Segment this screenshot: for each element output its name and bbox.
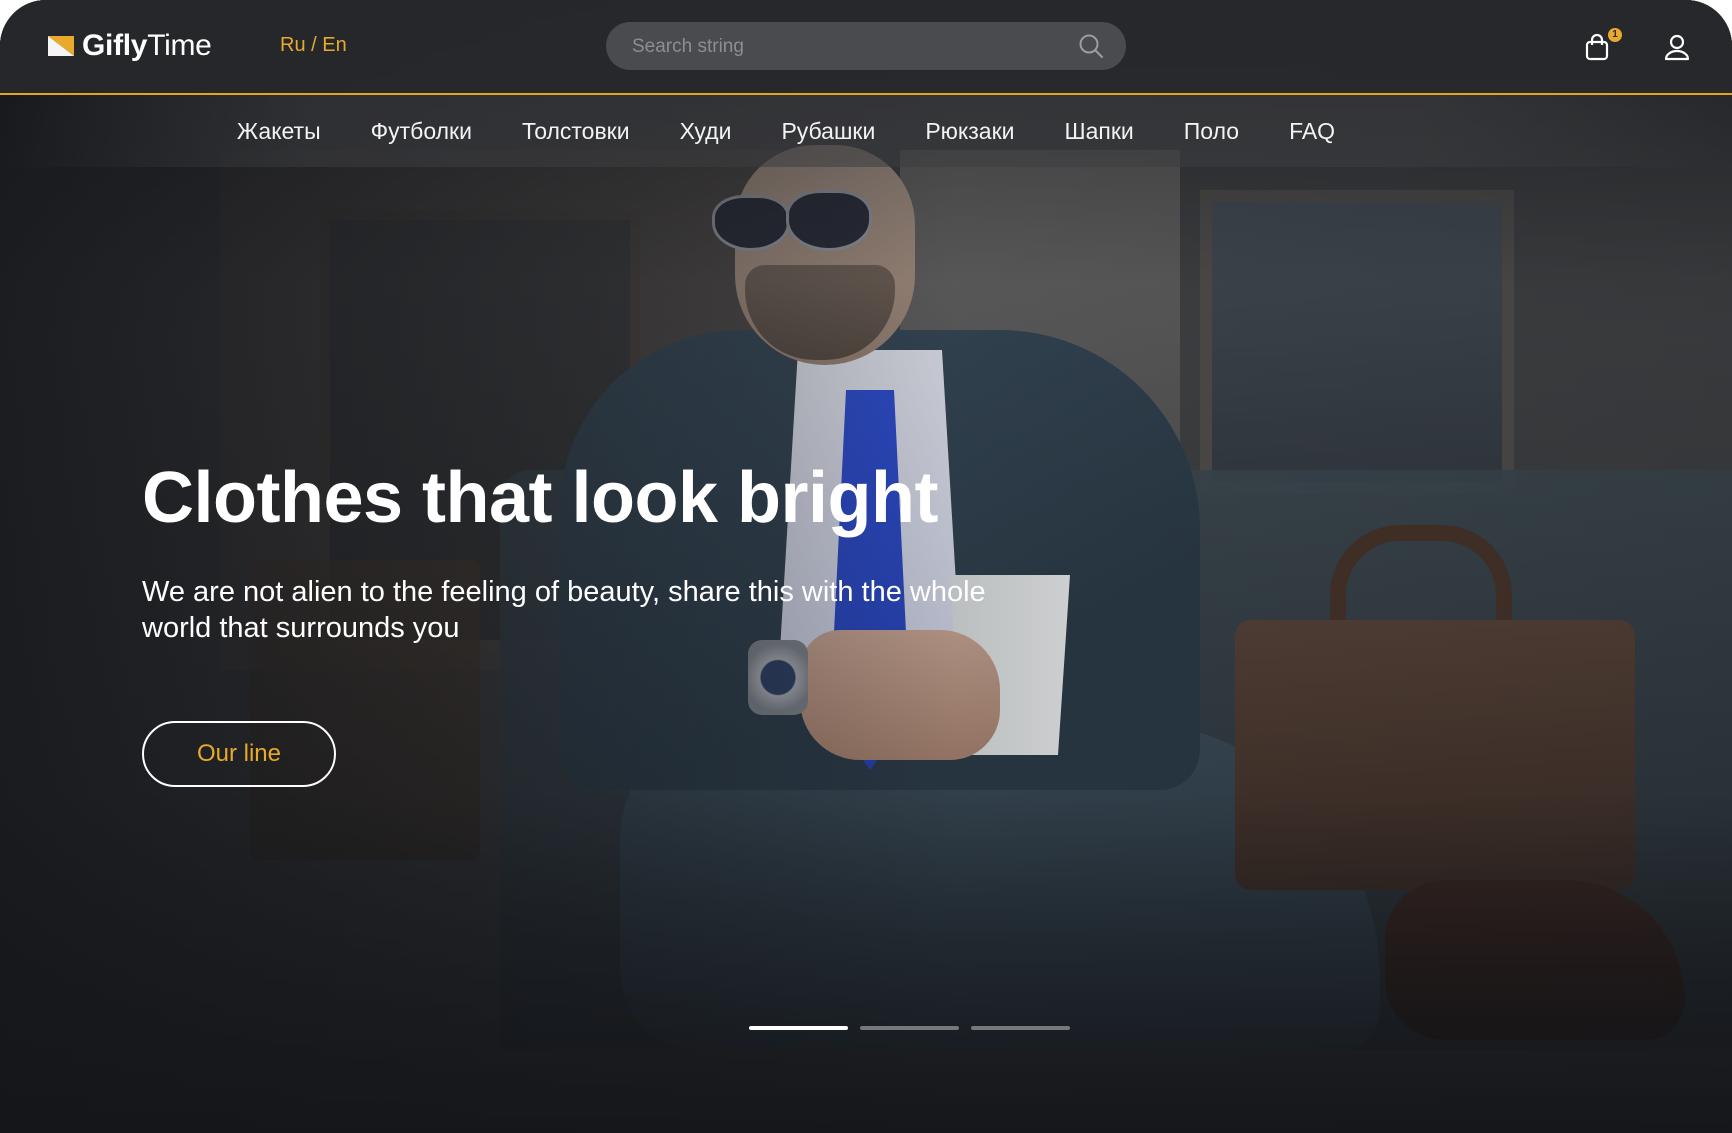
nav-item-shirts[interactable]: Рубашки (781, 118, 875, 144)
site-logo[interactable]: GiflyTime (48, 28, 212, 64)
nav-item-tshirts[interactable]: Футболки (371, 118, 472, 144)
nav-item-sweatshirts[interactable]: Толстовки (522, 118, 630, 144)
hero-subtitle: We are not alien to the feeling of beaut… (142, 574, 1162, 646)
hero-subtitle-line2: world that surrounds you (142, 612, 460, 644)
nav-item-polo[interactable]: Поло (1184, 118, 1239, 144)
cart-count-badge: 1 (1608, 28, 1622, 42)
site-header: GiflyTime Ru / En 1 (0, 0, 1732, 95)
hero-subtitle-line1: We are not alien to the feeling of beaut… (142, 576, 986, 608)
category-nav: Жакеты Футболки Толстовки Худи Рубашки Р… (0, 95, 1732, 167)
slider-pagination (749, 1026, 1071, 1032)
slider-dot-2[interactable] (860, 1026, 959, 1030)
user-icon[interactable] (1662, 32, 1692, 62)
logo-mark-icon (48, 34, 76, 58)
slider-dot-1[interactable] (749, 1026, 848, 1030)
search-bar (606, 22, 1126, 72)
nav-item-hoodies[interactable]: Худи (680, 118, 732, 144)
logo-text: GiflyTime (82, 29, 212, 63)
nav-item-hats[interactable]: Шапки (1065, 118, 1134, 144)
logo-text-time: Time (147, 29, 212, 62)
nav-item-faq[interactable]: FAQ (1289, 118, 1335, 144)
hero-title: Clothes that look bright (142, 458, 938, 538)
slider-dot-3[interactable] (971, 1026, 1070, 1030)
search-input[interactable] (630, 22, 1054, 72)
language-switcher[interactable]: Ru / En (280, 34, 347, 57)
nav-item-backpacks[interactable]: Рюкзаки (925, 118, 1014, 144)
hero-background-photo (0, 0, 1732, 1133)
nav-item-jackets[interactable]: Жакеты (237, 118, 321, 144)
logo-text-gifly: Gifly (82, 29, 148, 62)
search-icon[interactable] (1078, 33, 1104, 59)
our-line-button[interactable]: Our line (142, 721, 336, 787)
browser-frame: GiflyTime Ru / En 1 Жакеты Футболки Толс… (0, 0, 1732, 1133)
